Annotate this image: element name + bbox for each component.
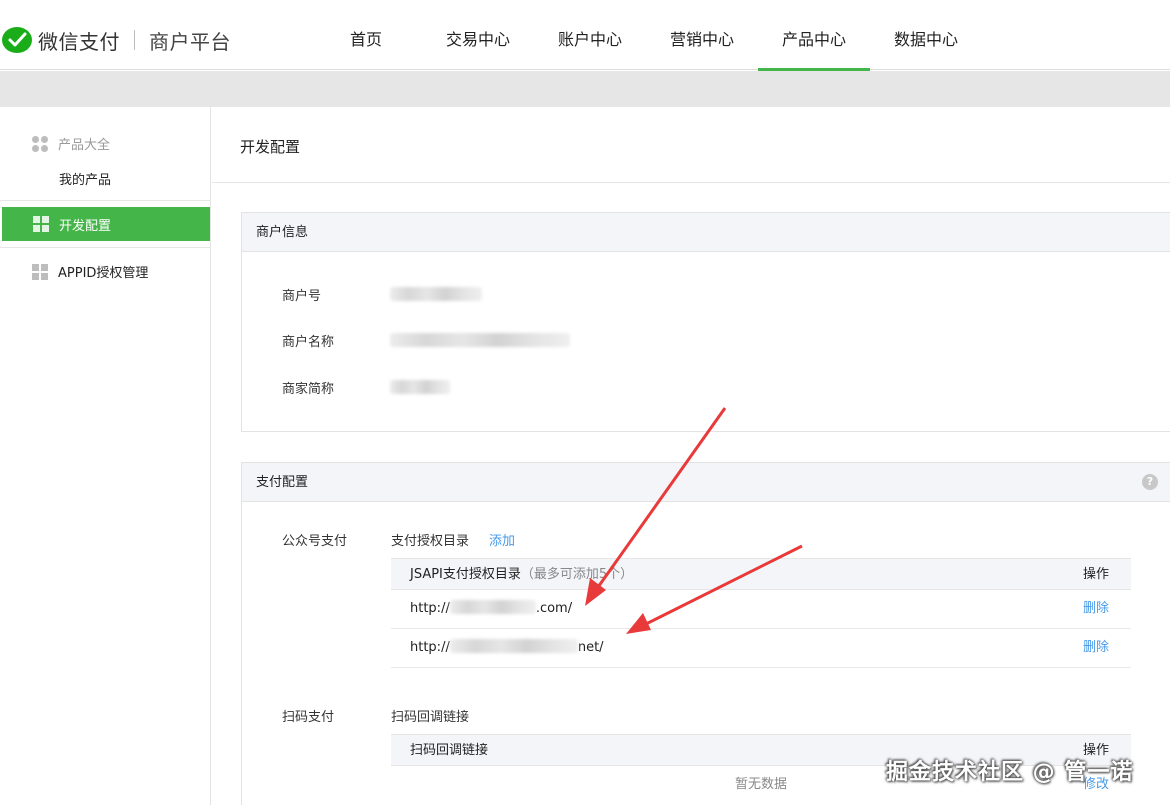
- table-header: JSAPI支付授权目录（最多可添加5个） 操作: [391, 558, 1131, 590]
- sidebar-item-label: 开发配置: [59, 218, 112, 234]
- panel-header: 支付配置 ?: [242, 463, 1170, 502]
- column-header-actions: 操作: [1082, 567, 1109, 582]
- grid-icon: [32, 263, 48, 280]
- table-row: http://net/ 删除: [391, 629, 1131, 668]
- sidebar-item-dev-config[interactable]: 开发配置: [2, 207, 210, 241]
- merchant-info-panel: 商户信息 商户号 商户名称 商家简称: [241, 212, 1170, 432]
- merchant-id-value-redacted: [390, 287, 482, 301]
- table-row: http://.com/ 删除: [391, 590, 1131, 629]
- wechat-pay-logo-icon: [2, 27, 32, 53]
- nav-account-center[interactable]: 账户中心: [534, 0, 646, 70]
- add-jsapi-dir-link[interactable]: 添加: [489, 530, 515, 549]
- title-divider: [212, 182, 1170, 183]
- watermark: 掘金技术社区 @ 管一诺: [886, 760, 1134, 785]
- merchant-name-value-redacted: [390, 333, 570, 347]
- column-header: 扫码回调链接: [410, 743, 489, 758]
- main-nav: 首页 交易中心 账户中心 营销中心 产品中心 数据中心: [310, 0, 982, 71]
- jsapi-pay-label: 公众号支付: [282, 534, 348, 549]
- nav-product-center[interactable]: 产品中心: [758, 0, 870, 71]
- apps-icon: [32, 135, 48, 152]
- brand-name: 微信支付: [38, 29, 120, 54]
- panel-title: 商户信息: [242, 213, 1170, 252]
- sidebar: 产品大全 我的产品 开发配置 APPID授权管理: [0, 107, 211, 805]
- sidebar-item-appid-auth[interactable]: APPID授权管理: [32, 262, 148, 281]
- native-pay-label: 扫码支付: [282, 710, 335, 725]
- page-title: 开发配置: [240, 138, 301, 156]
- sidebar-group-products: 产品大全: [32, 134, 110, 153]
- merchant-short-name-value-redacted: [390, 380, 450, 394]
- main-content: 开发配置 商户信息 商户号 商户名称 商家简称 支付配置 ? 公众号支付 支付授…: [212, 107, 1170, 805]
- jsapi-dir-table: JSAPI支付授权目录（最多可添加5个） 操作 http://.com/ 删除 …: [391, 558, 1131, 668]
- top-header: 微信支付 商户平台 首页 交易中心 账户中心 营销中心 产品中心 数据中心: [0, 0, 1170, 71]
- sidebar-item-label: APPID授权管理: [58, 266, 149, 281]
- jsapi-dir-url: http://net/: [410, 639, 604, 655]
- merchant-id-label: 商户号: [282, 289, 322, 304]
- nav-home[interactable]: 首页: [310, 0, 422, 70]
- delete-link[interactable]: 删除: [1083, 629, 1109, 667]
- sidebar-item-my-products[interactable]: 我的产品: [59, 169, 111, 188]
- sidebar-divider: [0, 247, 211, 248]
- panel-title: 支付配置: [256, 475, 309, 490]
- header-band: [0, 71, 1170, 107]
- jsapi-dir-label: 支付授权目录: [391, 534, 470, 549]
- brand-separator: [134, 30, 135, 50]
- brand-logo[interactable]: 微信支付 商户平台: [0, 24, 231, 56]
- native-callback-label: 扫码回调链接: [391, 710, 470, 725]
- jsapi-dir-url: http://.com/: [410, 600, 573, 616]
- nav-trade-center[interactable]: 交易中心: [422, 0, 534, 70]
- nav-data-center[interactable]: 数据中心: [870, 0, 982, 70]
- nav-marketing-center[interactable]: 营销中心: [646, 0, 758, 70]
- help-icon[interactable]: ?: [1142, 474, 1158, 490]
- brand-subtitle: 商户平台: [149, 29, 231, 54]
- grid-icon: [33, 216, 49, 232]
- merchant-short-name-label: 商家简称: [282, 382, 335, 397]
- sidebar-divider: [0, 200, 211, 201]
- merchant-name-label: 商户名称: [282, 335, 335, 350]
- delete-link[interactable]: 删除: [1083, 590, 1109, 628]
- sidebar-group-label: 产品大全: [58, 138, 111, 153]
- column-header: JSAPI支付授权目录（最多可添加5个）: [410, 567, 634, 582]
